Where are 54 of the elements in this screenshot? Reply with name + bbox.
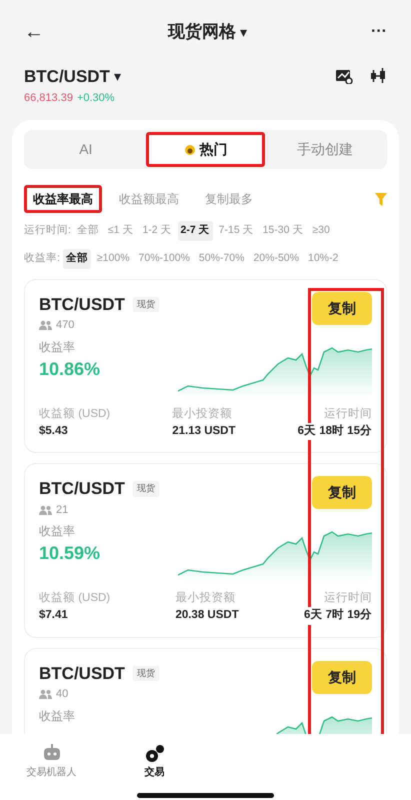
change-text: +0.30%	[76, 90, 115, 106]
back-button[interactable]: ←	[24, 17, 44, 47]
follower-count: 40	[56, 687, 68, 702]
stat-label: 运行时间	[322, 406, 372, 422]
users-icon	[39, 689, 52, 700]
nav-label: 交易	[144, 765, 164, 780]
grid-card[interactable]: BTC/USDT 现货 470 复制 收益率 10.86% 收益额 (USD) $5.43 最小投资额 21.13 USDT 运行时间 6天 18时 15分	[24, 278, 387, 453]
grid-card[interactable]: BTC/USDT 现货 21 复制 收益率 10.59% 收益额 (USD) $7.41 最小投资额 20.38 USDT 运行时间 6天 7时 19分	[24, 463, 387, 638]
market-tag: 现货	[132, 666, 159, 681]
caret-icon[interactable]: ▾	[114, 66, 121, 88]
filter-chip[interactable]: 全部	[62, 248, 91, 268]
filter-chip[interactable]: 2-7 天	[178, 221, 213, 241]
users-icon	[39, 320, 52, 330]
market-tag: 现货	[132, 481, 159, 496]
robot-icon	[42, 744, 62, 762]
more-button[interactable]: ···	[371, 20, 387, 44]
chart-settings-icon	[335, 68, 353, 84]
candlestick-icon	[369, 68, 387, 84]
stat-label: 最小投资额	[175, 590, 236, 606]
users-icon	[39, 504, 52, 515]
yield-label: 收益率	[39, 523, 76, 540]
pair-name[interactable]: BTC/USDT	[24, 64, 110, 90]
coins-icon	[144, 744, 164, 762]
stat-label: 最小投资额	[172, 406, 234, 422]
nav-item[interactable]: 交易	[103, 734, 206, 790]
page-title: 现货网格	[168, 21, 236, 44]
caret-icon[interactable]: ▾	[240, 22, 248, 42]
card-pair: BTC/USDT	[39, 662, 125, 684]
yield-value: 10.86%	[39, 358, 100, 380]
copy-button[interactable]: 复制	[312, 660, 372, 694]
nav-label: 交易机器人	[26, 766, 76, 780]
filter-icon[interactable]	[375, 192, 387, 206]
stat-value: 6天 18时 15分	[298, 422, 372, 440]
market-tag: 现货	[132, 296, 159, 312]
price-text: 66,813.39	[24, 90, 73, 106]
tab[interactable]: 热门	[146, 132, 266, 167]
nav-item[interactable]: 交易机器人	[0, 734, 103, 790]
copy-button[interactable]: 复制	[312, 292, 372, 324]
follower-count: 21	[56, 502, 68, 518]
yield-label: 收益率	[39, 338, 76, 356]
stat-label: 收益额 (USD)	[39, 590, 110, 606]
stat-label: 运行时间	[323, 590, 372, 606]
card-pair: BTC/USDT	[39, 478, 125, 500]
follower-count: 470	[56, 318, 74, 333]
yield-value: 10.59%	[39, 542, 100, 565]
stat-value: 6天 7时 19分	[304, 607, 372, 624]
fire-icon	[184, 143, 196, 155]
filter-label: 收益率:	[24, 250, 60, 266]
yield-label: 收益率	[39, 708, 75, 724]
filter-label: 运行时间:	[24, 223, 71, 238]
card-pair: BTC/USDT	[39, 294, 125, 316]
sort-option[interactable]: 收益率最高	[24, 185, 102, 213]
copy-button[interactable]: 复制	[312, 476, 372, 509]
stat-label: 收益额 (USD)	[39, 406, 110, 422]
